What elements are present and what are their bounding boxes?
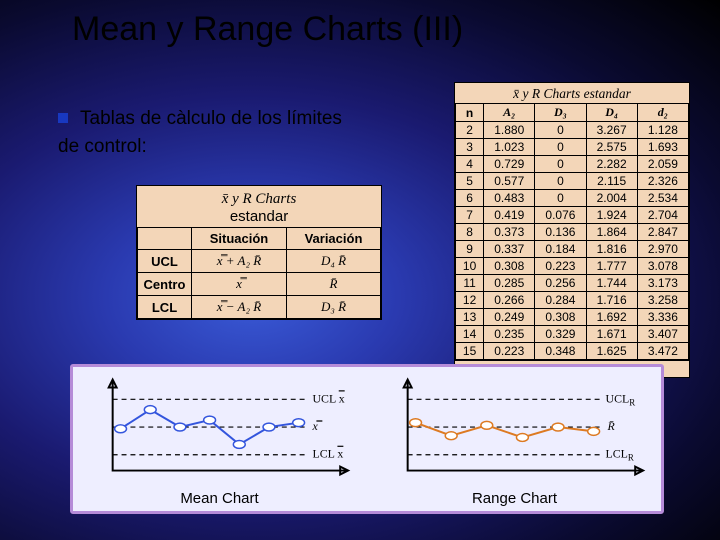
constants-row: 90.3370.1841.8162.970: [456, 241, 689, 258]
mean-chart: UCL x x̿ LCL x Mean Chart: [81, 371, 358, 509]
formula-table-heading: x̄ y R Charts estandar: [137, 186, 381, 227]
label-ucl-mean: UCL x: [312, 391, 344, 405]
label-ucl-range: UCLR: [606, 391, 636, 407]
constants-row: 40.72902.2822.059: [456, 156, 689, 173]
constants-row: 70.4190.0761.9242.704: [456, 207, 689, 224]
bullet-line2: de control:: [58, 136, 147, 158]
constants-row: 130.2490.3081.6923.336: [456, 309, 689, 326]
formula-table-panel: x̄ y R Charts estandar Situación Variaci…: [136, 185, 382, 320]
constants-table: nA₂D₃D₄d₂ 21.88003.2671.12831.02302.5751…: [455, 103, 689, 360]
row-ucl: UCL x̿ + A₂ R̄ D₄ R̄: [138, 250, 381, 273]
constants-row: 150.2230.3481.6253.472: [456, 343, 689, 360]
constants-col-0: n: [456, 104, 484, 122]
constants-col-3: D₄: [586, 104, 637, 122]
constants-row: 120.2660.2841.7163.258: [456, 292, 689, 309]
range-chart: UCLR R̄ LCLR Range Chart: [376, 371, 653, 509]
formula-table: Situación Variación UCL x̿ + A₂ R̄ D₄ R̄…: [137, 227, 381, 319]
mean-chart-title: Mean Chart: [81, 490, 358, 507]
label-lcl-range: LCLR: [606, 447, 634, 463]
constants-row: 140.2350.3291.6713.407: [456, 326, 689, 343]
constants-row: 110.2850.2561.7443.173: [456, 275, 689, 292]
row-lcl: LCL x̿ − A₂ R̄ D₃ R̄: [138, 296, 381, 319]
constants-row: 21.88003.2671.128: [456, 122, 689, 139]
constants-col-4: d₂: [637, 104, 688, 122]
constants-row: 31.02302.5751.693: [456, 139, 689, 156]
bullet-line1: Tablas de càlculo de los límites: [80, 108, 342, 129]
constants-heading: x̄ y R Charts estandar: [455, 83, 689, 103]
charts-panel: UCL x x̿ LCL x Mean Chart UCLR R̄ LCLR R…: [70, 364, 664, 514]
constants-table-panel: x̄ y R Charts estandar nA₂D₃D₄d₂ 21.8800…: [454, 82, 690, 378]
label-lcl-mean: LCL x: [312, 447, 343, 461]
row-centro: Centro x̿ R̄: [138, 273, 381, 296]
range-chart-title: Range Chart: [376, 490, 653, 507]
label-center-range: R̄: [606, 419, 615, 433]
constants-row: 60.48302.0042.534: [456, 190, 689, 207]
constants-row: 100.3080.2231.7773.078: [456, 258, 689, 275]
bullet-icon: [58, 113, 68, 123]
constants-col-1: A₂: [484, 104, 535, 122]
col-variacion: Variación: [286, 228, 380, 250]
label-center-mean: x̿: [311, 419, 322, 433]
slide-title: Mean y Range Charts (III): [72, 10, 463, 49]
constants-row: 80.3730.1361.8642.847: [456, 224, 689, 241]
bullet-text: Tablas de càlculo de los límites: [58, 108, 342, 130]
constants-col-2: D₃: [535, 104, 586, 122]
constants-row: 50.57702.1152.326: [456, 173, 689, 190]
col-situacion: Situación: [192, 228, 287, 250]
